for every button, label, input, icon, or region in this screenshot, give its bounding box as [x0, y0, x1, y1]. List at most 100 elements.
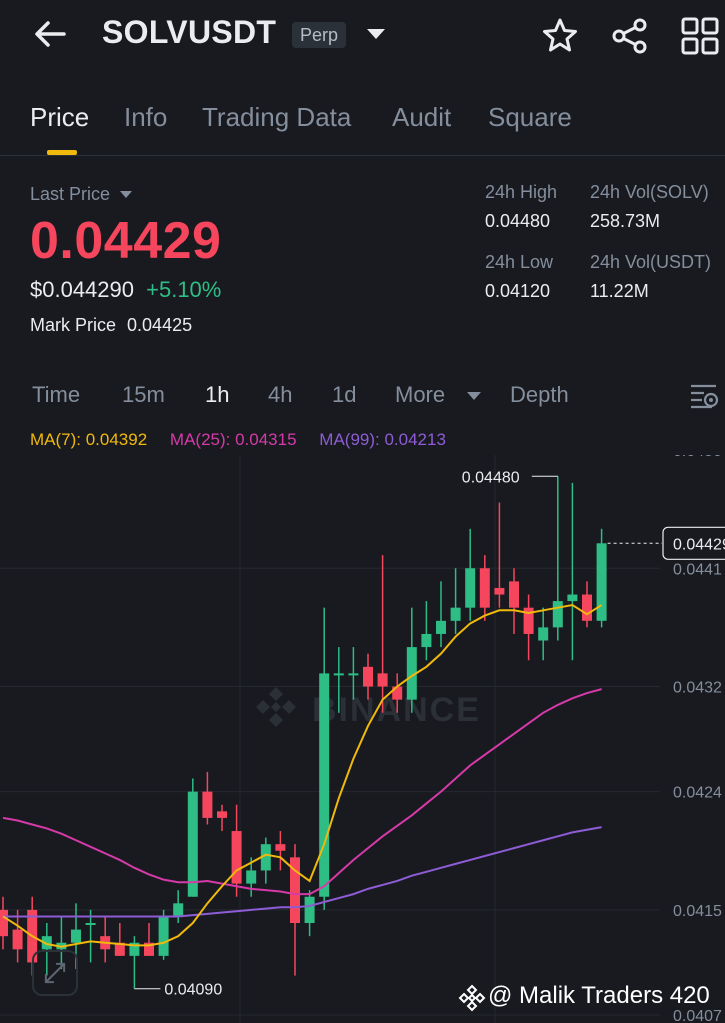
candle-body: [509, 581, 519, 608]
low-label: 24h Low: [485, 252, 554, 272]
tab-info[interactable]: Info: [124, 102, 167, 133]
interval-selector: Time 15m 1h 4h 1d More Depth: [0, 378, 725, 414]
chevron-down-icon[interactable]: [364, 24, 388, 44]
perp-badge: Perp: [292, 22, 347, 48]
candle-body: [421, 633, 432, 648]
symbol-title[interactable]: SOLVUSDT: [102, 14, 276, 51]
y-axis-tick-label: 0.0415: [673, 903, 722, 920]
high-price-annotation: 0.04480: [462, 469, 520, 486]
candle-body: [436, 620, 446, 634]
candlestick-chart[interactable]: BINANCE0.04500.04410.04320.04240.04150.0…: [0, 455, 725, 1023]
mark-price-value: 0.04425: [127, 315, 193, 335]
y-axis-tick-label: 0.0441: [673, 561, 722, 578]
y-axis-tick-label: 0.0450: [673, 455, 722, 460]
interval-15m[interactable]: 15m: [122, 382, 165, 408]
candle-body: [479, 568, 490, 608]
fullscreen-expand-icon[interactable]: [32, 950, 78, 996]
candle-body: [231, 831, 242, 884]
last-price-selector[interactable]: Last Price: [30, 184, 470, 205]
candle-body: [333, 673, 344, 676]
vol-quote-label: 24h Vol(USDT): [590, 252, 712, 272]
candle-body: [538, 627, 549, 641]
share-icon[interactable]: [610, 16, 650, 56]
tab-square[interactable]: Square: [488, 102, 572, 133]
vol-quote-value: 11.22M: [590, 281, 649, 301]
stats-col-2: 24h Vol(SOLV) 258.73M 24h Vol(USDT) 11.2…: [590, 182, 711, 302]
tab-trading-data[interactable]: Trading Data: [202, 102, 351, 133]
candle-body: [582, 594, 592, 621]
candle-body: [465, 568, 476, 608]
candle-body: [377, 673, 388, 687]
candle-body: [246, 870, 257, 884]
y-axis-tick-label: 0.0432: [673, 680, 722, 697]
user-watermark: @ Malik Traders 420: [488, 982, 710, 1009]
grid-menu-icon[interactable]: [680, 16, 720, 56]
candle-body: [202, 791, 213, 818]
candle-body: [494, 587, 505, 595]
y-axis-tick-label: 0.0407: [673, 1008, 722, 1023]
chart-settings-icon[interactable]: [688, 380, 720, 412]
high-value: 0.04480: [485, 211, 551, 231]
usd-price-row: $0.044290 +5.10%: [30, 277, 470, 303]
ma-legend: MA(7): 0.04392 MA(25): 0.04315 MA(99): 0…: [30, 430, 446, 450]
price-change-percent: +5.10%: [146, 277, 222, 302]
back-arrow-icon[interactable]: [30, 16, 70, 52]
last-price-label: Last Price: [30, 184, 111, 204]
high-label: 24h High: [485, 182, 558, 202]
watermark-diamond: [271, 702, 281, 712]
candle-body: [552, 601, 563, 628]
star-icon[interactable]: [540, 16, 580, 56]
more-caret-icon: [467, 392, 481, 400]
interval-4h[interactable]: 4h: [268, 382, 292, 408]
watermark-diamond: [282, 700, 296, 714]
interval-more[interactable]: More: [395, 382, 445, 408]
usd-price: $0.044290: [30, 277, 134, 302]
interval-1d[interactable]: 1d: [332, 382, 356, 408]
mark-price-label: Mark Price: [30, 315, 117, 335]
candle-body: [450, 607, 461, 621]
watermark-diamond: [269, 687, 283, 701]
chart-watermark-logo-icon: [256, 687, 296, 727]
candle-body: [567, 594, 578, 602]
interval-depth[interactable]: Depth: [510, 382, 569, 408]
watermark-diamond: [256, 700, 270, 714]
candle-body: [71, 929, 81, 943]
candle-body: [348, 673, 359, 676]
price-summary: Last Price 0.04429 $0.044290 +5.10% Mark…: [30, 184, 470, 336]
candle-body: [304, 896, 315, 924]
candle-body: [85, 923, 96, 926]
candle-body: [596, 543, 607, 621]
candle-body: [319, 673, 330, 897]
candle-body: [217, 811, 227, 818]
mark-price-row: Mark Price 0.04425: [30, 315, 470, 336]
ma7-value: MA(7): 0.04392: [30, 430, 148, 449]
ma7-line: [2, 603, 603, 948]
vol-base-value: 258.73M: [590, 211, 661, 231]
candle-body: [275, 844, 286, 851]
candle-body: [12, 929, 23, 950]
candle-body: [158, 916, 169, 956]
top-header: SOLVUSDT Perp: [0, 0, 725, 72]
binance-logo-icon: [458, 984, 486, 1012]
ma99-value: MA(99): 0.04213: [319, 430, 446, 449]
interval-1h[interactable]: 1h: [205, 382, 229, 408]
section-tabs: Price Info Trading Data Audit Square: [0, 96, 725, 156]
tab-price[interactable]: Price: [30, 102, 89, 133]
low-value: 0.04120: [485, 281, 551, 301]
candle-body: [363, 666, 373, 687]
current-price-label: 0.04429: [673, 536, 725, 553]
active-tab-indicator: [47, 150, 77, 155]
y-axis-tick-label: 0.0424: [673, 785, 722, 802]
low-price-annotation: 0.04090: [164, 982, 222, 999]
ma99-line: [3, 826, 602, 918]
candle-body: [0, 909, 8, 937]
interval-time[interactable]: Time: [32, 382, 80, 408]
watermark-diamond: [269, 713, 283, 727]
chart-canvas[interactable]: BINANCE0.04500.04410.04320.04240.04150.0…: [0, 455, 725, 1023]
vol-base-label: 24h Vol(SOLV): [590, 182, 709, 202]
caret-down-icon: [120, 191, 133, 198]
candle-body: [173, 903, 184, 917]
ma25-value: MA(25): 0.04315: [169, 430, 297, 449]
last-price-value: 0.04429: [30, 212, 222, 270]
tab-audit[interactable]: Audit: [392, 102, 451, 133]
